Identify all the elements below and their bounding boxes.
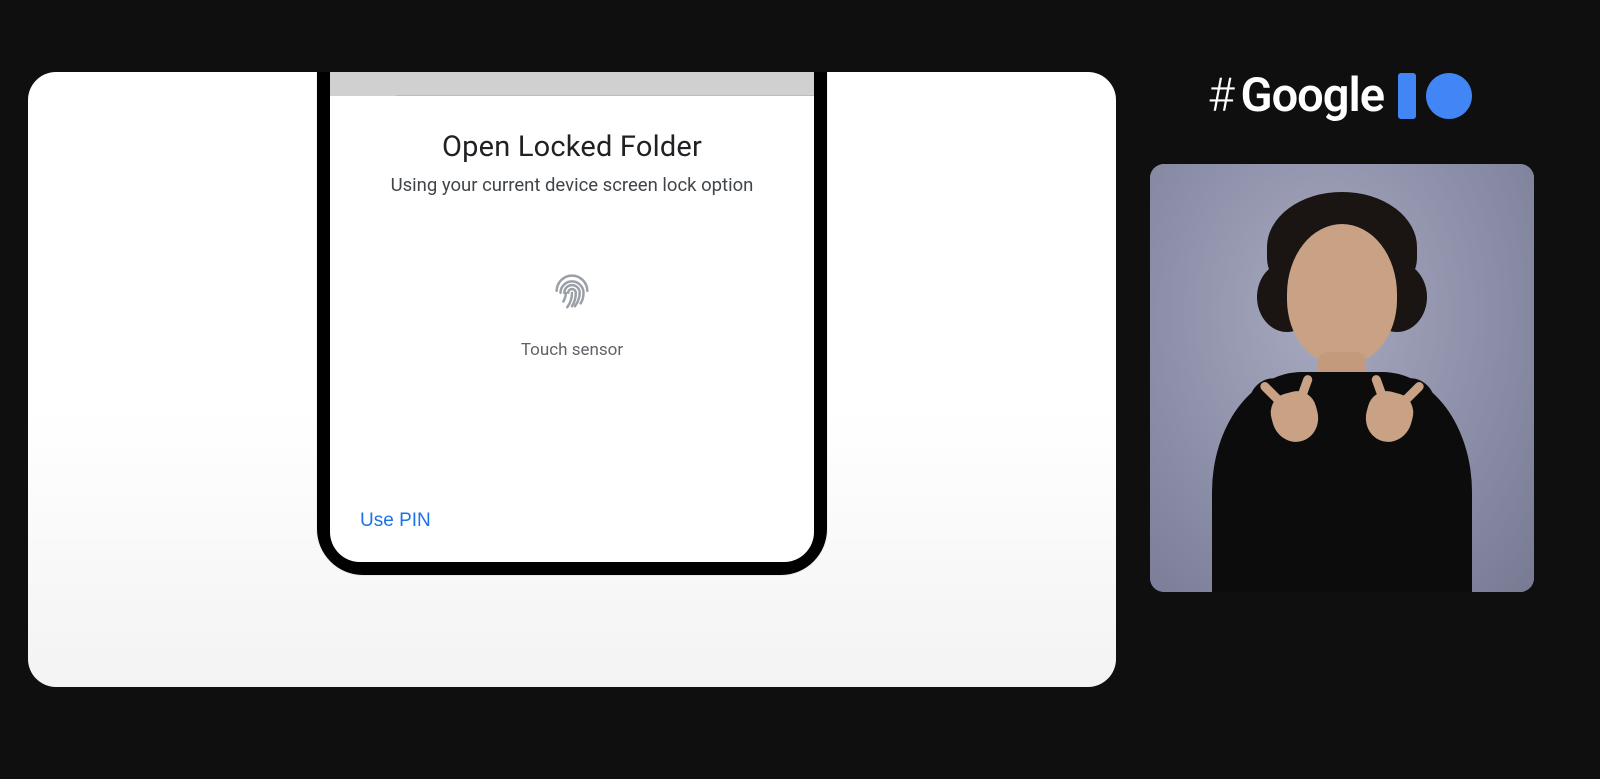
sensor-label: Touch sensor [330, 340, 814, 360]
brand-word: Google [1241, 68, 1384, 123]
io-logo-bar [1398, 73, 1416, 119]
interpreter-figure [1202, 232, 1482, 592]
presentation-slide: Open Locked Folder Using your current de… [28, 72, 1116, 687]
dialog-subtitle: Using your current device screen lock op… [330, 174, 814, 196]
divider [396, 95, 814, 96]
phone-screen: Open Locked Folder Using your current de… [330, 72, 814, 562]
event-logo: # Google [1208, 68, 1472, 123]
app-header-greyed [330, 72, 814, 96]
interpreter-video-inset [1150, 164, 1534, 592]
use-pin-button[interactable]: Use PIN [360, 510, 431, 532]
hashtag: # [1208, 69, 1235, 123]
unlock-dialog: Open Locked Folder Using your current de… [330, 96, 814, 360]
phone-frame: Open Locked Folder Using your current de… [317, 72, 827, 575]
dialog-title: Open Locked Folder [330, 130, 814, 164]
io-logo-circle [1426, 73, 1472, 119]
fingerprint-icon[interactable] [549, 266, 595, 312]
